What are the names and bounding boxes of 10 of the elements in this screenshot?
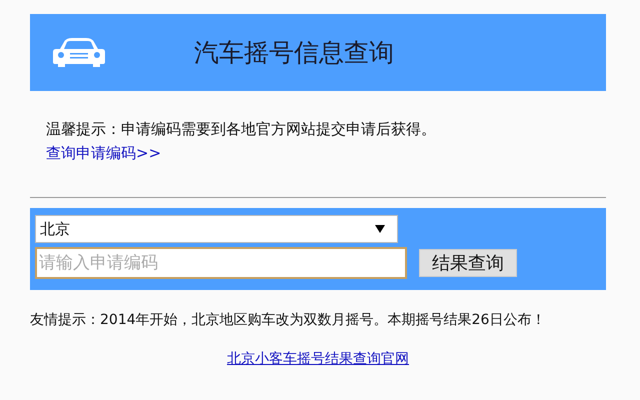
notice-text: 友情提示：2014年开始，北京地区购车改为双数月摇号。本期摇号结果26日公布！ <box>30 311 546 330</box>
official-site-link[interactable]: 北京小客车摇号结果查询官网 <box>227 349 409 370</box>
car-icon <box>52 38 106 68</box>
code-input[interactable]: 请输入申请编码 <box>35 247 407 279</box>
tip-text: 温馨提示：申请编码需要到各地官方网站提交申请后获得。 <box>46 119 437 140</box>
page-title: 汽车摇号信息查询 <box>194 36 394 69</box>
code-lookup-link[interactable]: 查询申请编码>> <box>46 144 162 162</box>
city-select[interactable]: 北京 <box>35 215 398 243</box>
dropdown-arrow-icon <box>375 225 385 233</box>
query-button[interactable]: 结果查询 <box>419 249 517 277</box>
